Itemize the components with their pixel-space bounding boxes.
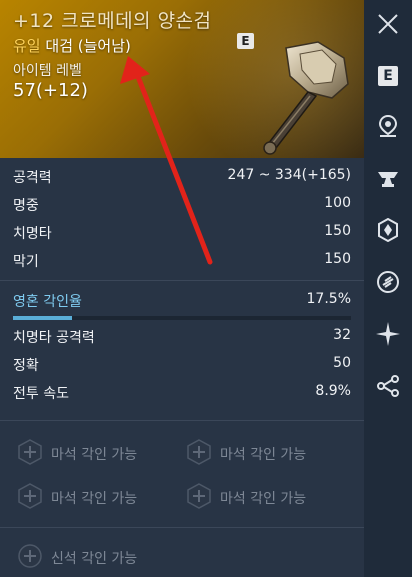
stat-row-crit-damage: 치명타 공격력 32 bbox=[13, 324, 351, 348]
location-pin-icon bbox=[378, 114, 398, 137]
item-header: +12 크로메데의 양손검 유일 대검 (늘어남) 아이템 레벨 57(+12)… bbox=[0, 0, 364, 158]
stat-name: 치명타 bbox=[13, 226, 52, 242]
empty-socket-icon bbox=[187, 439, 211, 465]
stat-value: 50 bbox=[333, 355, 351, 371]
special-button[interactable] bbox=[368, 314, 408, 354]
empty-socket-icon bbox=[18, 439, 42, 465]
side-toolbar: E bbox=[364, 0, 412, 577]
item-level-value: 57(+12) bbox=[13, 80, 88, 101]
soul-engraving-label: 영혼 각인율 bbox=[13, 294, 82, 310]
stat-row-critical: 치명타 150 bbox=[13, 220, 351, 244]
stat-row-block: 막기 150 bbox=[13, 248, 351, 272]
crystal-button[interactable] bbox=[368, 210, 408, 250]
stat-name: 정확 bbox=[13, 358, 39, 374]
manastone-slot-label: 마석 각인 가능 bbox=[51, 447, 138, 463]
location-button[interactable] bbox=[368, 106, 408, 146]
stat-row-attack-speed: 전투 속도 8.9% bbox=[13, 380, 351, 404]
soul-engraving-bar-fill bbox=[13, 316, 73, 320]
stat-row-precision: 정확 50 bbox=[13, 352, 351, 376]
manastone-slot-label: 마석 각인 가능 bbox=[51, 491, 138, 507]
e-button-label: E bbox=[383, 68, 393, 84]
stat-row-attack: 공격력 247 ~ 334(+165) bbox=[13, 164, 351, 188]
enchant-button[interactable] bbox=[368, 158, 408, 198]
e-button[interactable]: E bbox=[368, 56, 408, 96]
stat-value: 247 ~ 334(+165) bbox=[227, 167, 351, 183]
share-icon bbox=[377, 375, 399, 397]
item-subtitle: 유일 대검 (늘어남) bbox=[13, 35, 131, 56]
divider bbox=[0, 280, 364, 281]
stat-name: 막기 bbox=[13, 254, 39, 270]
close-icon bbox=[378, 14, 398, 34]
crystal-icon bbox=[378, 218, 398, 242]
stat-value: 32 bbox=[333, 327, 351, 343]
share-button[interactable] bbox=[368, 366, 408, 406]
stat-value: 150 bbox=[324, 251, 351, 267]
item-title: +12 크로메데의 양손검 bbox=[13, 10, 212, 32]
stat-value: 8.9% bbox=[315, 383, 351, 399]
divider bbox=[0, 420, 364, 421]
manastone-slot-label: 마석 각인 가능 bbox=[220, 491, 307, 507]
soul-engraving-bar bbox=[13, 316, 351, 320]
item-level-label: 아이템 레벨 bbox=[13, 63, 82, 79]
empty-divine-socket-icon bbox=[18, 544, 42, 568]
anvil-icon bbox=[378, 172, 398, 187]
empty-socket-icon bbox=[187, 483, 211, 509]
star-burst-icon bbox=[376, 322, 400, 346]
greatsword-icon bbox=[263, 41, 349, 155]
item-grade: 유일 bbox=[13, 37, 41, 55]
soul-engraving-row: 영혼 각인율 17.5% bbox=[13, 288, 351, 312]
stat-name: 전투 속도 bbox=[13, 386, 69, 402]
stat-name: 치명타 공격력 bbox=[13, 330, 95, 346]
item-type: 대검 (늘어남) bbox=[45, 37, 131, 55]
close-button[interactable] bbox=[368, 4, 408, 44]
stat-row-accuracy: 명중 100 bbox=[13, 192, 351, 216]
item-tooltip-panel: +12 크로메데의 양손검 유일 대검 (늘어남) 아이템 레벨 57(+12)… bbox=[0, 0, 364, 577]
stat-name: 명중 bbox=[13, 198, 39, 214]
link-button[interactable] bbox=[368, 262, 408, 302]
stat-name: 공격력 bbox=[13, 170, 52, 186]
stat-value: 100 bbox=[324, 195, 351, 211]
soul-engraving-value: 17.5% bbox=[306, 291, 351, 307]
empty-socket-icon bbox=[18, 483, 42, 509]
divine-stone-slot-label: 신석 각인 가능 bbox=[51, 551, 138, 567]
link-icon bbox=[377, 271, 399, 293]
manastone-slot-label: 마석 각인 가능 bbox=[220, 447, 307, 463]
stat-value: 150 bbox=[324, 223, 351, 239]
divider bbox=[0, 527, 364, 528]
